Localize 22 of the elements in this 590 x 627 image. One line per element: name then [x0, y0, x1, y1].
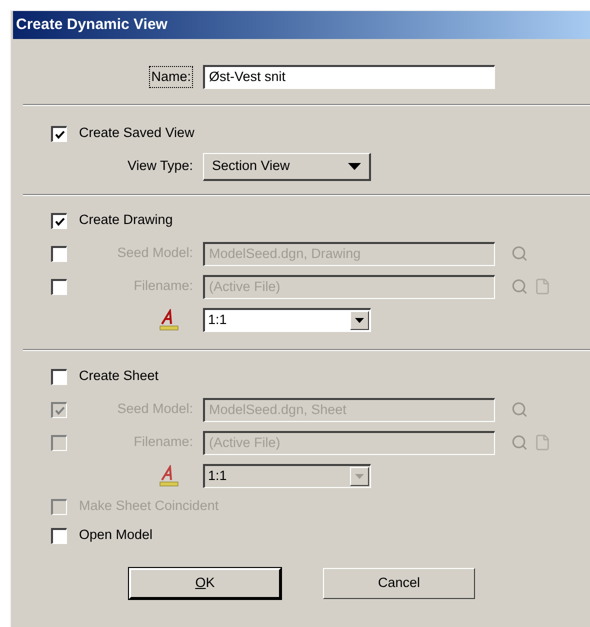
- dropdown-arrow-icon: [348, 162, 361, 170]
- name-field[interactable]: Øst-Vest snit: [203, 65, 495, 89]
- checkbox-label: Create Drawing: [79, 211, 173, 230]
- check-icon: [54, 130, 64, 138]
- view-type-label: View Type:: [126, 157, 193, 176]
- checkbox[interactable]: [51, 528, 67, 544]
- check-icon: [54, 216, 64, 226]
- dialog-button[interactable]: Cancel: [323, 568, 475, 599]
- check-icon: [54, 406, 64, 414]
- window-title: Create Dynamic View: [16, 14, 168, 35]
- checkbox[interactable]: [51, 368, 67, 384]
- checkbox-label: Open Model: [79, 526, 153, 544]
- dialog-button[interactable]: OK: [129, 568, 281, 599]
- checkbox[interactable]: [51, 212, 67, 228]
- scale-dropdown[interactable]: 1:1: [203, 308, 371, 332]
- view-type-dropdown[interactable]: Section View: [203, 152, 371, 180]
- text-scale-icon: [159, 308, 179, 330]
- checkbox-label: Create Saved View: [79, 124, 194, 142]
- text-scale-icon: [159, 464, 179, 486]
- checkbox-label: Create Sheet: [79, 367, 159, 386]
- checkbox[interactable]: [51, 126, 67, 142]
- name-label: Name:: [149, 66, 193, 88]
